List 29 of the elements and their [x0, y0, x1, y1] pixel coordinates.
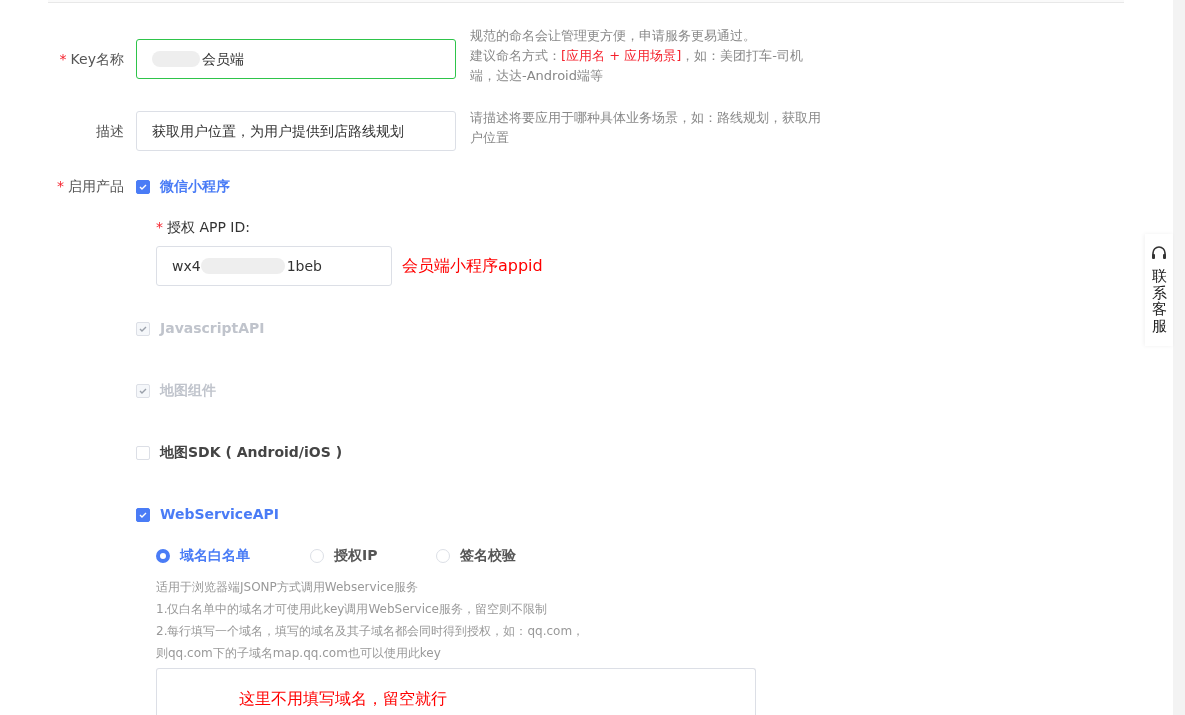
- help-text: 请描述将要应用于哪种具体业务场景，如：路线规划，获取用户位置: [470, 109, 822, 147]
- required-mark: *: [156, 218, 163, 237]
- headset-icon[interactable]: [1150, 244, 1168, 262]
- text-input[interactable]: 获取用户位置，为用户提供到店路线规划: [136, 111, 456, 151]
- required-mark: *: [57, 177, 64, 196]
- customer-service-tab[interactable]: 联系客服: [1151, 268, 1167, 334]
- note-text: 适用于浏览器端JSONP方式调用Webservice服务: [156, 579, 419, 596]
- checkbox-label[interactable]: 地图SDK ( Android/iOS ): [160, 442, 343, 463]
- text-input[interactable]: wx4 1beb: [156, 246, 392, 286]
- checkbox-label[interactable]: WebServiceAPI: [160, 504, 279, 525]
- field-label: 启用产品: [68, 177, 124, 196]
- radio-button[interactable]: [156, 548, 170, 563]
- field-label: 授权 APP ID:: [167, 218, 250, 237]
- note-text: 2.每行填写一个域名，填写的域名及其子域名都会同时得到授权，如：qq.com，则qq.com下的子域名map.qq.com也可以使用此key: [156, 623, 586, 662]
- radio-label[interactable]: 域名白名单: [180, 545, 250, 566]
- annotation-text: 会员端小程序appid: [402, 255, 543, 277]
- text-input[interactable]: 会员端: [136, 39, 456, 79]
- note-text: 1.仅白名单中的域名才可使用此key调用WebService服务，留空则不限制: [156, 601, 548, 618]
- domain-textarea[interactable]: 这里不用填写域名，留空就行: [156, 668, 756, 715]
- annotation-text: 这里不用填写域名，留空就行: [239, 689, 447, 708]
- radio-label[interactable]: 授权IP: [334, 545, 378, 566]
- field-label: Key名称: [70, 49, 124, 69]
- field-label: 描述: [96, 121, 124, 141]
- checkbox-label[interactable]: 微信小程序: [160, 176, 230, 197]
- radio-label[interactable]: 签名校验: [460, 545, 516, 566]
- help-text: 规范的命名会让管理更方便，申请服务更易通过。 建议命名方式：[应用名 + 应用场景]，如：美团打车-司机端，达达-Android端等: [470, 27, 804, 85]
- required-mark: *: [59, 49, 67, 69]
- checkbox[interactable]: [136, 179, 150, 194]
- checkbox[interactable]: [136, 507, 150, 522]
